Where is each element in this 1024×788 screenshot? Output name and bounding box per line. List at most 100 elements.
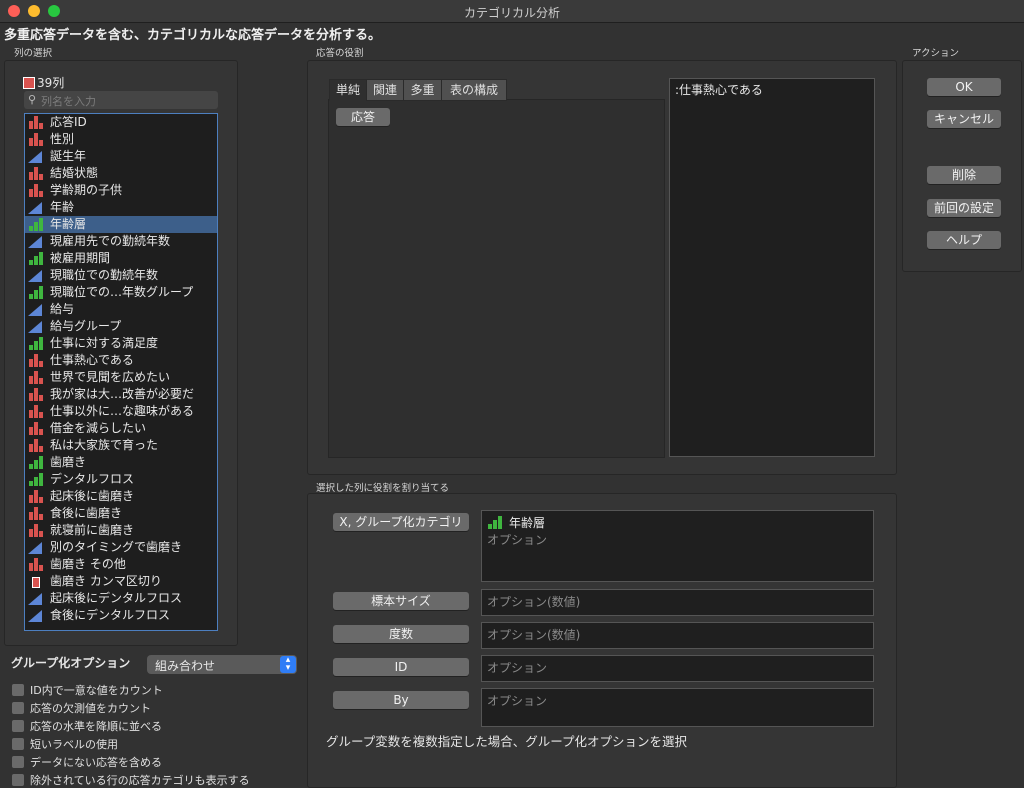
nominal-icon [28,387,44,402]
help-button[interactable]: ヘルプ [927,231,1001,249]
column-item-label: 歯磨き [50,455,87,469]
dialog-heading: 多重応答データを含む、カテゴリカルな応答データを分析する。 [4,28,382,43]
grouping-option-checkbox[interactable]: ID内で一意な値をカウント [12,682,163,698]
grouping-option-checkbox[interactable]: 応答の水準を降順に並べる [12,718,162,734]
column-item[interactable]: 仕事熱心である [25,352,217,369]
nominal-icon [28,438,44,453]
column-item[interactable]: 結婚状態 [25,165,217,182]
column-item[interactable]: 食後にデンタルフロス [25,607,217,624]
column-item[interactable]: デンタルフロス [25,471,217,488]
continuous-icon [28,235,44,249]
checkbox-box[interactable] [12,738,24,750]
response-item[interactable]: :仕事熱心である [670,79,874,100]
response-button[interactable]: 応答 [336,108,390,126]
column-item[interactable]: 起床後に歯磨き [25,488,217,505]
column-item[interactable]: 年齢 [25,199,217,216]
checkbox-box[interactable] [12,720,24,732]
grouping-select[interactable]: 組み合わせ ▴ ▾ [147,655,297,674]
column-item[interactable]: 我が家は大…改善が必要だ [25,386,217,403]
column-item[interactable]: 現雇用先での勤続年数 [25,233,217,250]
column-item[interactable]: 応答ID [25,114,217,131]
column-item[interactable]: 給与グループ [25,318,217,335]
field-placeholder: オプション [487,661,548,675]
column-item[interactable]: 誕生年 [25,148,217,165]
column-list[interactable]: 応答ID 性別 誕生年 結婚状態 学齢期の子供 年齢 年齢層 現雇用先での勤続年数 被雇用期間現… [24,113,218,631]
checkbox-box[interactable] [12,702,24,714]
continuous-icon [28,150,44,164]
title-bar: カテゴリカル分析 [0,0,1024,23]
by-button[interactable]: By [333,691,469,709]
checkbox-box[interactable] [12,774,24,786]
column-item[interactable]: 別のタイミングで歯磨き [25,539,217,556]
column-item-label: 歯磨き カンマ区切り [50,574,162,588]
x-grouping-field[interactable]: 年齢層 オプション [481,510,874,582]
x-grouping-category-button[interactable]: X, グループ化カテゴリ [333,513,469,531]
id-field[interactable]: オプション [481,655,874,682]
column-item[interactable]: 仕事に対する満足度 [25,335,217,352]
column-item-label: 別のタイミングで歯磨き [50,540,183,554]
column-item[interactable]: 歯磨き カンマ区切り [25,573,217,590]
ordinal-icon [487,515,503,530]
remove-button[interactable]: 削除 [927,166,1001,184]
nominal-icon [28,489,44,504]
column-item-label: 私は大家族で育った [50,438,159,452]
continuous-icon [28,269,44,283]
column-item[interactable]: 歯磨き [25,454,217,471]
column-item[interactable]: 仕事以外に…な趣味がある [25,403,217,420]
grouping-option-label: データにない応答を含める [30,756,162,769]
grouping-option-checkbox[interactable]: 短いラベルの使用 [12,736,118,752]
column-item[interactable]: 被雇用期間 [25,250,217,267]
tab-simple[interactable]: 単純 [329,79,367,101]
nominal-icon [28,370,44,385]
grouping-option-label: 短いラベルの使用 [30,738,118,751]
checkbox-box[interactable] [12,756,24,768]
column-item[interactable]: 就寝前に歯磨き [25,522,217,539]
column-search-input[interactable]: ⚲ 列名を入力 [24,91,218,109]
column-item[interactable]: 私は大家族で育った [25,437,217,454]
continuous-icon [28,541,44,555]
column-item[interactable]: 学齢期の子供 [25,182,217,199]
grouping-option-checkbox[interactable]: 応答の欠測値をカウント [12,700,151,716]
frequency-field[interactable]: オプション(数値) [481,622,874,649]
column-item[interactable]: 現職位での…年数グループ [25,284,217,301]
column-item[interactable]: 性別 [25,131,217,148]
column-item-label: 給与グループ [50,319,122,333]
sample-size-field[interactable]: オプション(数値) [481,589,874,616]
column-item-label: 仕事に対する満足度 [50,336,159,350]
column-item-label: 我が家は大…改善が必要だ [50,387,195,401]
column-item[interactable]: 現職位での勤続年数 [25,267,217,284]
column-item[interactable]: 起床後にデンタルフロス [25,590,217,607]
nominal-icon [28,404,44,419]
field-placeholder: オプション [487,694,548,708]
column-item-label: 起床後にデンタルフロス [50,591,183,605]
checkbox-box[interactable] [12,684,24,696]
column-item[interactable]: 歯磨き その他 [25,556,217,573]
column-count[interactable]: 39列 [23,74,64,91]
id-button[interactable]: ID [333,658,469,676]
column-item-label: 年齢層 [50,217,87,231]
grouping-option-checkbox[interactable]: データにない応答を含める [12,754,162,770]
tab-multiple[interactable]: 多重 [403,79,442,101]
column-item[interactable]: 世界で見聞を広めたい [25,369,217,386]
column-item[interactable]: 食後に歯磨き [25,505,217,522]
recall-button[interactable]: 前回の設定 [927,199,1001,217]
response-list[interactable]: :仕事熱心である [669,78,875,457]
frequency-button[interactable]: 度数 [333,625,469,643]
column-item[interactable]: 借金を減らしたい [25,420,217,437]
tab-related[interactable]: 関連 [366,79,404,101]
sample-size-button[interactable]: 標本サイズ [333,592,469,610]
column-item[interactable]: 年齢層 [25,216,217,233]
tab-table-structure[interactable]: 表の構成 [441,79,507,101]
column-item-label: 学齢期の子供 [50,183,123,197]
field-placeholder: オプション(数値) [487,595,581,609]
column-item-label: 性別 [50,132,75,146]
ok-button[interactable]: OK [927,78,1001,96]
column-item-label: 仕事熱心である [50,353,134,367]
column-item-label: 誕生年 [50,149,87,163]
grouping-note: グループ変数を複数指定した場合、グループ化オプションを選択 [326,734,688,749]
column-item[interactable]: 給与 [25,301,217,318]
by-field[interactable]: オプション [481,688,874,727]
column-count-label: 39列 [37,76,65,90]
assign-roles-label: 選択した列に役割を割り当てる [316,483,450,494]
cancel-button[interactable]: キャンセル [927,110,1001,128]
